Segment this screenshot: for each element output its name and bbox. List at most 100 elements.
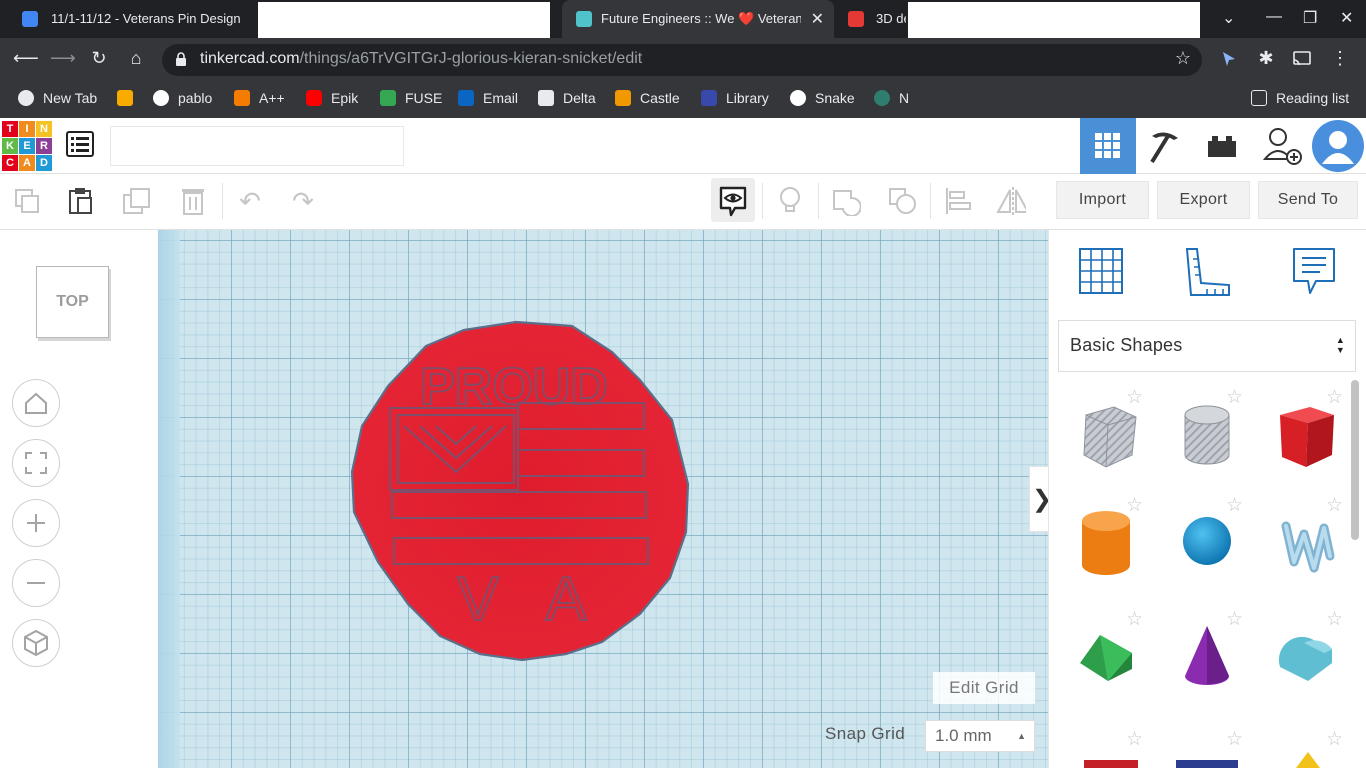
- invite-user-button[interactable]: [1254, 118, 1310, 174]
- favorite-star-icon[interactable]: ☆: [1326, 386, 1343, 409]
- home-icon: [25, 392, 47, 414]
- browser-menu-icon[interactable]: ⋮: [1328, 47, 1352, 71]
- forward-icon[interactable]: ⟶: [50, 47, 76, 71]
- fit-view-button[interactable]: [12, 439, 60, 487]
- home-icon[interactable]: ⌂: [124, 47, 148, 71]
- favorite-star-icon[interactable]: ☆: [1326, 494, 1343, 517]
- bookmark-classroom[interactable]: [117, 88, 142, 108]
- mirror-button[interactable]: [996, 186, 1026, 216]
- tinkercad-logo[interactable]: T I N K E R C A D: [2, 121, 52, 171]
- notes-tool-button[interactable]: [1288, 244, 1340, 298]
- favorite-star-icon[interactable]: ☆: [1126, 608, 1143, 631]
- user-avatar[interactable]: [1312, 120, 1364, 172]
- bookmark-star-icon[interactable]: ☆: [1171, 47, 1195, 71]
- shape-partial-red[interactable]: [1084, 760, 1138, 768]
- design-title-input[interactable]: [110, 126, 404, 166]
- redo-icon[interactable]: ↷: [288, 186, 318, 216]
- favorite-star-icon[interactable]: ☆: [1226, 386, 1243, 409]
- a-icon: [234, 90, 250, 106]
- design-text-v: V: [457, 565, 499, 634]
- design-list-icon[interactable]: [66, 131, 94, 157]
- pickaxe-icon: [1150, 132, 1178, 164]
- workplane-tool-button[interactable]: [1075, 244, 1127, 298]
- send-to-button[interactable]: Send To: [1258, 181, 1358, 219]
- close-tab-icon[interactable]: ✕: [811, 9, 824, 29]
- cast-icon[interactable]: [1292, 51, 1312, 67]
- favorite-star-icon[interactable]: ☆: [1126, 494, 1143, 517]
- lock-icon[interactable]: [175, 52, 187, 67]
- tab-3d-design[interactable]: 3D design: [836, 0, 908, 38]
- import-button[interactable]: Import: [1056, 181, 1149, 219]
- edit-grid-button[interactable]: Edit Grid: [933, 672, 1035, 704]
- google-icon: [790, 90, 806, 106]
- favorite-star-icon[interactable]: ☆: [1326, 728, 1343, 751]
- design-text-proud: PROUD: [420, 358, 608, 416]
- lightbulb-icon: [780, 187, 800, 212]
- ungroup-button[interactable]: [888, 186, 918, 216]
- snap-grid-select[interactable]: 1.0 mm ▲: [925, 720, 1035, 752]
- extensions-icon[interactable]: ✱: [1254, 47, 1278, 71]
- zoom-in-button[interactable]: [12, 499, 60, 547]
- globe-icon: [18, 90, 34, 106]
- export-button[interactable]: Export: [1157, 181, 1250, 219]
- maximize-icon[interactable]: ❐: [1303, 8, 1317, 28]
- paste-button[interactable]: [66, 186, 96, 216]
- favorite-star-icon[interactable]: ☆: [1126, 728, 1143, 751]
- bookmark-new-tab[interactable]: New Tab: [18, 88, 97, 108]
- group-icon: [833, 190, 861, 216]
- favorite-star-icon[interactable]: ☆: [1226, 608, 1243, 631]
- favorite-star-icon[interactable]: ☆: [1226, 494, 1243, 517]
- reading-list-button[interactable]: Reading list: [1251, 88, 1349, 108]
- bookmark-library[interactable]: Library: [701, 88, 769, 108]
- eye-comment-icon: [719, 186, 747, 217]
- extension-cursor-icon[interactable]: [1220, 50, 1238, 68]
- bookmark-snake[interactable]: Snake: [790, 88, 855, 108]
- bookmark-email[interactable]: Email: [458, 88, 518, 108]
- reload-icon[interactable]: ↻: [87, 47, 111, 71]
- favorite-star-icon[interactable]: ☆: [1226, 728, 1243, 751]
- bookmark-delta[interactable]: Delta: [538, 88, 596, 108]
- favorite-star-icon[interactable]: ☆: [1126, 386, 1143, 409]
- light-bulb-button[interactable]: [775, 186, 805, 216]
- tab-future-engineers[interactable]: Future Engineers :: We ❤️ Veterans ✕: [562, 0, 834, 38]
- brick-icon: [1208, 136, 1236, 157]
- tab-veterans-pin-design[interactable]: 11/1-11/12 - Veterans Pin Design: [0, 0, 258, 38]
- close-window-icon[interactable]: ✕: [1340, 8, 1353, 28]
- delete-button[interactable]: [178, 186, 208, 216]
- align-button[interactable]: [943, 186, 973, 216]
- library-icon: [701, 90, 717, 106]
- perspective-button[interactable]: [12, 619, 60, 667]
- duplicate-button[interactable]: [122, 186, 152, 216]
- back-icon[interactable]: ⟵: [13, 47, 39, 71]
- bookmark-a-plus[interactable]: A++: [234, 88, 285, 108]
- bookmark-pablo[interactable]: pablo: [153, 88, 212, 108]
- redacted-region: [258, 2, 550, 42]
- shape-partial-blue[interactable]: [1176, 760, 1238, 768]
- url-text[interactable]: tinkercad.com/things/a6TrVGITGrJ-gloriou…: [200, 50, 642, 68]
- blocks-view-button[interactable]: [1136, 118, 1192, 174]
- 3d-view-button[interactable]: [1080, 118, 1136, 174]
- tab-search-icon[interactable]: ⌄: [1222, 8, 1235, 28]
- ruler-tool-button[interactable]: [1182, 244, 1234, 298]
- clipboard-icon: [69, 188, 92, 214]
- bookmark-epik[interactable]: Epik: [306, 88, 358, 108]
- view-cube[interactable]: TOP: [36, 266, 109, 338]
- bricks-view-button[interactable]: [1194, 118, 1250, 174]
- shape-partial-pyramid[interactable]: [1296, 752, 1320, 768]
- outlook-icon: [458, 90, 474, 106]
- shape-library-select[interactable]: Basic Shapes ▲ ▼: [1058, 320, 1356, 372]
- undo-icon[interactable]: ↶: [235, 186, 265, 216]
- updown-caret-icon: ▲ ▼: [1335, 335, 1345, 355]
- zoom-out-button[interactable]: [12, 559, 60, 607]
- bookmark-castle[interactable]: Castle: [615, 88, 680, 108]
- bookmark-n[interactable]: N: [874, 88, 909, 108]
- minimize-icon[interactable]: —: [1266, 8, 1282, 26]
- bookmark-fuse[interactable]: FUSE: [380, 88, 442, 108]
- shapes-scrollbar[interactable]: [1351, 380, 1359, 540]
- copy-button[interactable]: [12, 186, 42, 216]
- favorite-star-icon[interactable]: ☆: [1326, 608, 1343, 631]
- pin-design-model[interactable]: PROUD V A: [340, 312, 700, 672]
- home-view-button[interactable]: [12, 379, 60, 427]
- trash-icon: [182, 189, 204, 215]
- group-button[interactable]: [831, 186, 861, 216]
